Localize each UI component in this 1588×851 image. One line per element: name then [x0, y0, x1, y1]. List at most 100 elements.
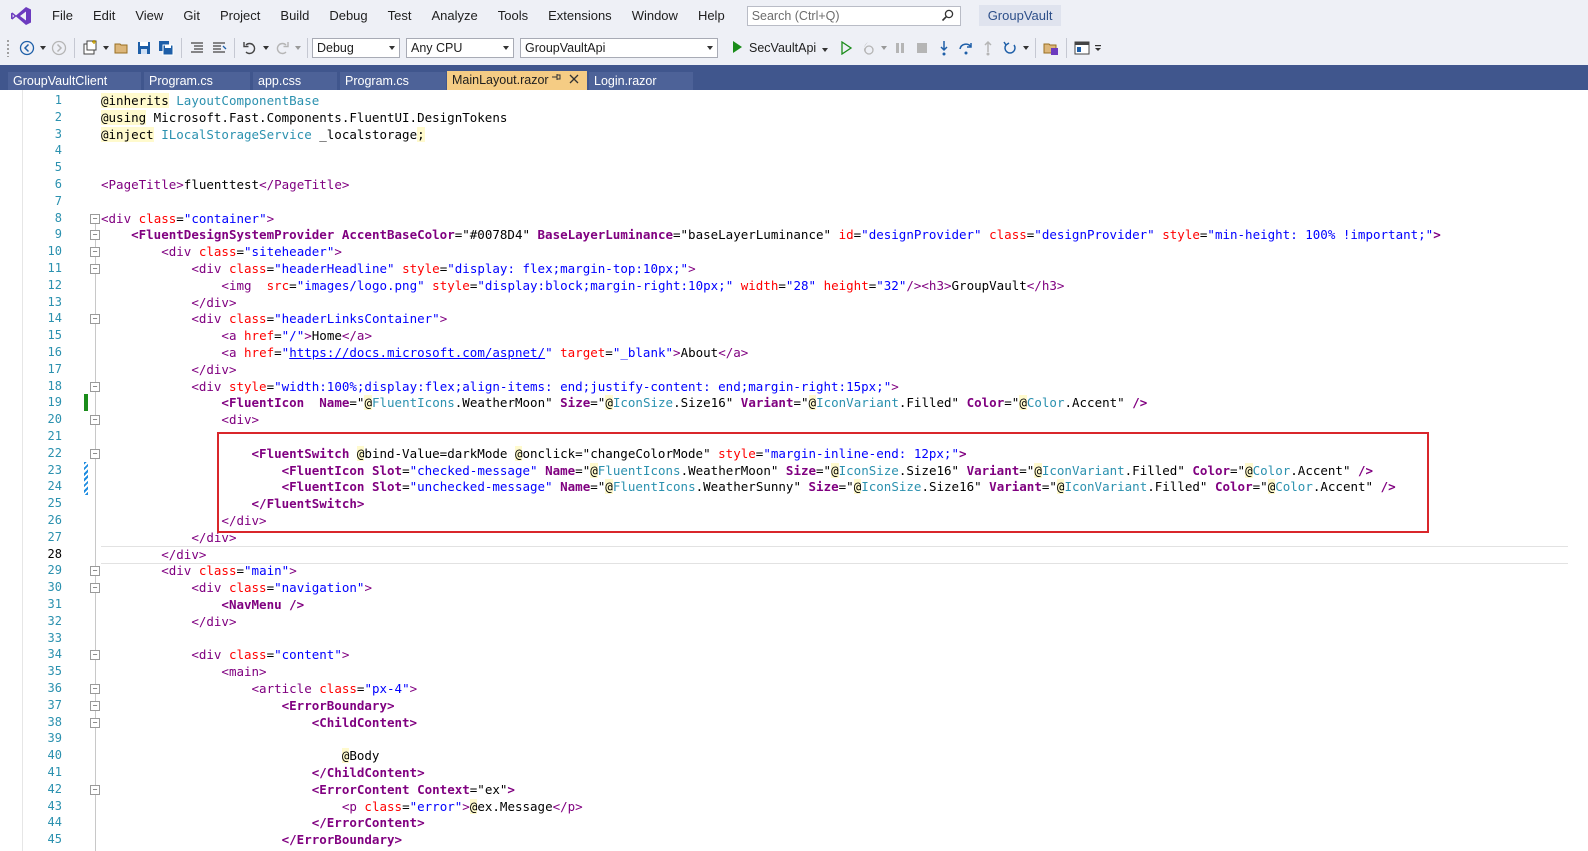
collapse-region-icon[interactable]: − [90, 566, 100, 577]
comment-out-icon[interactable] [187, 38, 207, 58]
search-input[interactable]: Search (Ctrl+Q) [746, 5, 961, 26]
navigate-back-icon[interactable] [17, 38, 37, 58]
menu-git[interactable]: Git [173, 0, 210, 31]
code-line[interactable]: <p class="error">@ex.Message</p> [101, 798, 583, 815]
code-line[interactable]: <FluentIcon Name="@FluentIcons.WeatherMo… [101, 394, 1147, 411]
collapse-region-icon[interactable]: − [90, 784, 100, 795]
solution-explorer-icon[interactable] [1041, 38, 1061, 58]
undo-icon[interactable] [240, 38, 260, 58]
tab-program-cs[interactable]: Program.cs [144, 72, 250, 90]
menu-test[interactable]: Test [378, 0, 422, 31]
close-icon[interactable] [569, 71, 579, 89]
code-line[interactable]: <PageTitle>fluenttest</PageTitle> [101, 176, 349, 193]
code-line[interactable]: <ErrorContent Context="ex"> [101, 781, 515, 798]
collapse-region-icon[interactable]: − [90, 583, 100, 594]
tab-mainlayout-razor[interactable]: MainLayout.razor [447, 71, 587, 90]
menu-extensions[interactable]: Extensions [538, 0, 622, 31]
step-over-icon[interactable] [956, 38, 976, 58]
menu-analyze[interactable]: Analyze [421, 0, 487, 31]
save-all-icon[interactable] [156, 38, 176, 58]
chevron-down-icon[interactable] [102, 38, 110, 58]
collapse-region-icon[interactable]: − [90, 264, 100, 274]
collapse-region-icon[interactable]: − [90, 415, 100, 426]
menu-file[interactable]: File [42, 0, 83, 31]
open-folder-icon[interactable] [112, 38, 132, 58]
step-out-icon[interactable] [978, 38, 998, 58]
pin-icon[interactable] [551, 71, 561, 89]
code-line[interactable]: <div> [101, 411, 259, 428]
tab-groupvaultclient[interactable]: GroupVaultClient [8, 72, 141, 90]
start-debugging-button[interactable]: SecVaultApi [730, 40, 829, 57]
navigate-forward-icon[interactable] [49, 38, 69, 58]
toolbar-grip[interactable] [6, 39, 10, 57]
menu-window[interactable]: Window [622, 0, 688, 31]
new-project-icon[interactable] [80, 38, 100, 58]
code-line[interactable]: </ErrorContent> [101, 814, 425, 831]
code-line[interactable]: <div class="main"> [101, 562, 297, 579]
code-line[interactable]: <main> [101, 663, 266, 680]
collapse-region-icon[interactable]: − [90, 684, 100, 694]
menu-view[interactable]: View [125, 0, 173, 31]
code-line[interactable]: </div> [101, 613, 236, 630]
code-line[interactable]: </div> [101, 294, 236, 311]
code-line[interactable]: <div class="navigation"> [101, 579, 372, 596]
code-line[interactable]: <div class="headerHeadline" style="displ… [101, 260, 695, 277]
menu-build[interactable]: Build [270, 0, 319, 31]
collapse-region-icon[interactable]: − [90, 230, 100, 241]
code-line[interactable]: <FluentDesignSystemProvider AccentBaseCo… [101, 226, 1441, 243]
code-line[interactable]: <NavMenu /> [101, 596, 304, 613]
code-line[interactable]: @inherits LayoutComponentBase [101, 92, 319, 109]
chevron-down-icon[interactable] [880, 38, 888, 58]
collapse-region-icon[interactable]: − [90, 314, 100, 325]
hot-reload-icon[interactable] [858, 38, 878, 58]
code-editor[interactable]: 1 @inherits LayoutComponentBase 2 @using Mi… [0, 90, 1588, 851]
code-line[interactable]: <div class="siteheader"> [101, 243, 342, 260]
menu-edit[interactable]: Edit [83, 0, 125, 31]
chevron-down-icon[interactable] [1022, 38, 1030, 58]
collapse-region-icon[interactable]: − [90, 650, 100, 661]
menu-debug[interactable]: Debug [319, 0, 377, 31]
collapse-region-icon[interactable]: − [90, 448, 100, 459]
pause-icon[interactable] [890, 38, 910, 58]
save-icon[interactable] [134, 38, 154, 58]
menu-help[interactable]: Help [688, 0, 735, 31]
collapse-region-icon[interactable]: − [90, 381, 100, 392]
chevron-down-icon[interactable] [39, 38, 47, 58]
code-line[interactable]: </div> [101, 361, 236, 378]
code-line[interactable]: <a href="https://docs.microsoft.com/aspn… [101, 344, 748, 361]
tab-app-css[interactable]: app.css [253, 72, 337, 90]
chevron-down-icon[interactable] [262, 38, 270, 58]
collapse-region-icon[interactable]: − [90, 247, 100, 258]
code-line[interactable]: <div style="width:100%;display:flex;alig… [101, 378, 898, 395]
code-line[interactable]: @inject ILocalStorageService _localstora… [101, 126, 425, 143]
tab-login-razor[interactable]: Login.razor [589, 72, 693, 90]
collapse-region-icon[interactable]: − [90, 213, 100, 224]
code-line[interactable]: </ChildContent> [101, 764, 425, 781]
collapse-region-icon[interactable]: − [90, 700, 100, 711]
code-line[interactable]: <div class="headerLinksContainer"> [101, 310, 447, 327]
window-layout-icon[interactable] [1072, 38, 1092, 58]
solution-configuration-select[interactable]: Debug [312, 38, 400, 58]
code-line[interactable]: <div class="container"> [101, 210, 274, 227]
startup-project-select[interactable]: GroupVaultApi [520, 38, 718, 58]
code-line[interactable]: <img src="images/logo.png" style="displa… [101, 277, 1064, 294]
uncomment-icon[interactable] [209, 38, 229, 58]
code-line[interactable]: <ChildContent> [101, 714, 417, 731]
code-line[interactable]: <a href="/">Home</a> [101, 327, 372, 344]
menu-project[interactable]: Project [210, 0, 270, 31]
tab-program-cs-2[interactable]: Program.cs [340, 72, 446, 90]
code-line[interactable]: <article class="px-4"> [101, 680, 418, 697]
code-line[interactable]: <ErrorBoundary> [101, 697, 395, 714]
code-line[interactable]: <div class="content"> [101, 646, 349, 663]
code-line[interactable]: </div> [101, 546, 206, 563]
restart-icon[interactable] [1000, 38, 1020, 58]
stop-icon[interactable] [912, 38, 932, 58]
code-line[interactable]: @Body [101, 747, 379, 764]
chevron-down-icon[interactable] [294, 38, 302, 58]
toolbar-overflow-icon[interactable] [1094, 38, 1104, 58]
solution-platform-select[interactable]: Any CPU [406, 38, 514, 58]
menu-tools[interactable]: Tools [488, 0, 538, 31]
collapse-region-icon[interactable]: − [90, 717, 100, 728]
redo-icon[interactable] [272, 38, 292, 58]
code-line[interactable]: </ErrorBoundary> [101, 831, 402, 848]
